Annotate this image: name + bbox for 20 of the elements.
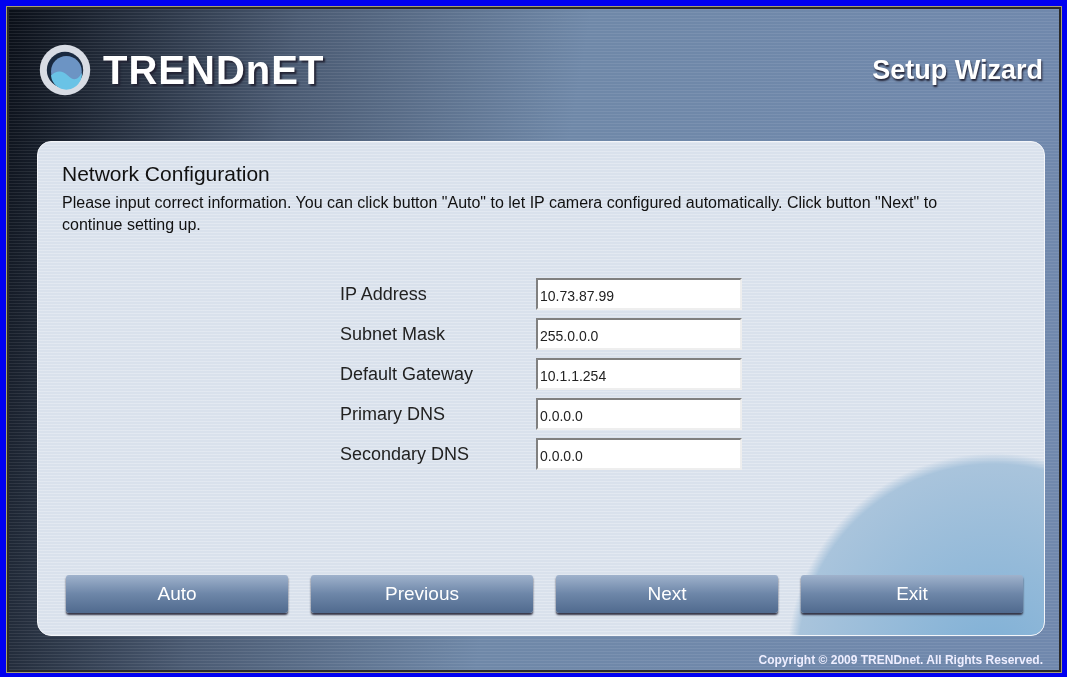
wizard-button[interactable]: Next bbox=[556, 575, 778, 613]
field-label: IP Address bbox=[340, 283, 428, 305]
wizard-button[interactable]: Exit bbox=[801, 575, 1023, 613]
wizard-button[interactable]: Auto bbox=[66, 575, 288, 613]
globe-logo-icon bbox=[37, 42, 93, 98]
input-field[interactable]: 0.0.0.0 bbox=[536, 398, 742, 430]
field-label: Primary DNS bbox=[340, 403, 446, 425]
field-label: Subnet Mask bbox=[340, 323, 447, 345]
instructions-text: Please input correct information. You can click button "Auto" to let IP camera configured automatically. Click button "Next" to continue setting up. bbox=[62, 193, 939, 235]
section-heading: Network Configuration bbox=[62, 162, 271, 186]
input-field[interactable]: 0.0.0.0 bbox=[536, 438, 742, 470]
wizard-title: Setup Wizard bbox=[872, 54, 1043, 86]
input-field[interactable]: 10.73.87.99 bbox=[536, 278, 742, 310]
copyright-text: Copyright © 2009 TRENDnet. All Rights Reserved. bbox=[758, 653, 1043, 667]
field-label: Secondary DNS bbox=[340, 443, 471, 465]
field-label: Default Gateway bbox=[340, 363, 475, 385]
brand-logo: TRENDnET bbox=[103, 47, 325, 93]
wizard-button[interactable]: Previous bbox=[311, 575, 533, 613]
input-field[interactable]: 255.0.0.0 bbox=[536, 318, 742, 350]
input-field[interactable]: 10.1.1.254 bbox=[536, 358, 742, 390]
